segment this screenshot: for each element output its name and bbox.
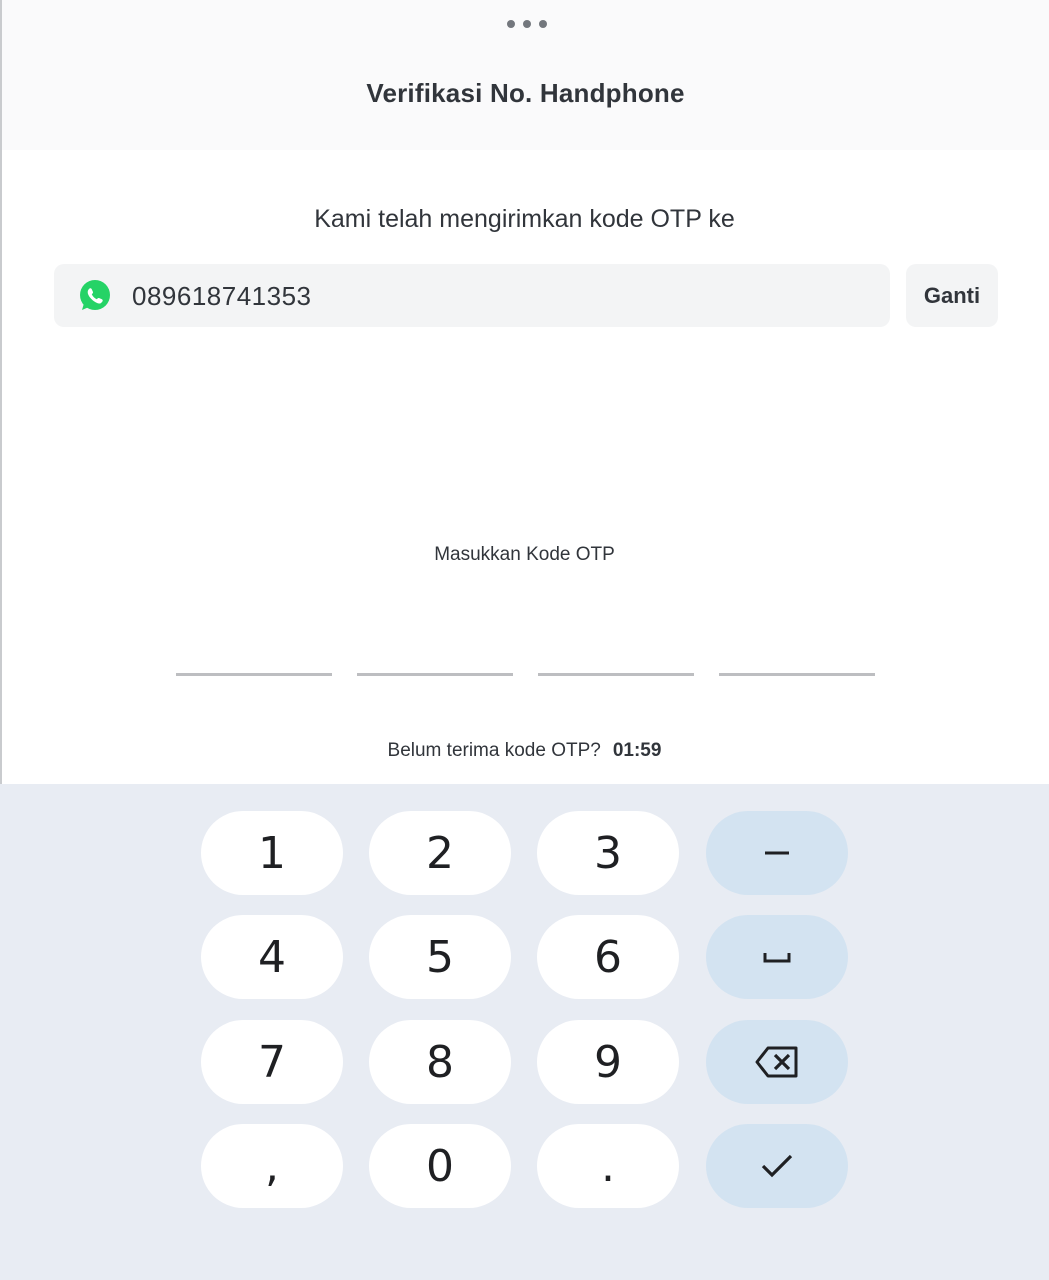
key-6[interactable]: 6 — [537, 915, 679, 999]
key-8[interactable]: 8 — [369, 1020, 511, 1104]
resend-timer: 01:59 — [612, 740, 662, 761]
key-5[interactable]: 5 — [369, 915, 511, 999]
numeric-keyboard: 1 2 3 4 5 6 7 8 9 , 0 . — [0, 784, 1049, 1280]
backspace-icon — [755, 1046, 798, 1078]
key-0[interactable]: 0 — [369, 1124, 511, 1208]
resend-prompt: Belum terima kode OTP? — [387, 740, 601, 761]
key-space[interactable] — [706, 915, 848, 999]
header: Verifikasi No. Handphone — [2, 0, 1049, 150]
phone-number-display: 089618741353 — [54, 264, 890, 327]
page-title: Verifikasi No. Handphone — [366, 78, 685, 108]
minus-icon — [765, 851, 789, 855]
otp-sent-message: Kami telah mengirimkan kode OTP ke — [314, 205, 735, 233]
change-number-button[interactable]: Ganti — [906, 264, 998, 327]
check-icon — [761, 1154, 793, 1178]
more-horizontal-icon[interactable] — [507, 18, 547, 30]
phone-number: 089618741353 — [132, 281, 312, 311]
resend-row: Belum terima kode OTP? 01:59 — [0, 740, 1049, 762]
key-done[interactable] — [706, 1124, 848, 1208]
otp-digit-1[interactable] — [176, 673, 332, 676]
key-period[interactable]: . — [537, 1124, 679, 1208]
space-icon — [763, 953, 791, 963]
key-4[interactable]: 4 — [201, 915, 343, 999]
key-backspace[interactable] — [706, 1020, 848, 1104]
key-3[interactable]: 3 — [537, 811, 679, 895]
otp-digit-2[interactable] — [357, 673, 513, 676]
otp-digit-3[interactable] — [538, 673, 694, 676]
key-minus[interactable] — [706, 811, 848, 895]
key-comma[interactable]: , — [201, 1124, 343, 1208]
whatsapp-icon — [80, 280, 110, 310]
key-9[interactable]: 9 — [537, 1020, 679, 1104]
key-2[interactable]: 2 — [369, 811, 511, 895]
otp-digit-4[interactable] — [719, 673, 875, 676]
otp-label: Masukkan Kode OTP — [434, 544, 615, 565]
key-7[interactable]: 7 — [201, 1020, 343, 1104]
key-1[interactable]: 1 — [201, 811, 343, 895]
